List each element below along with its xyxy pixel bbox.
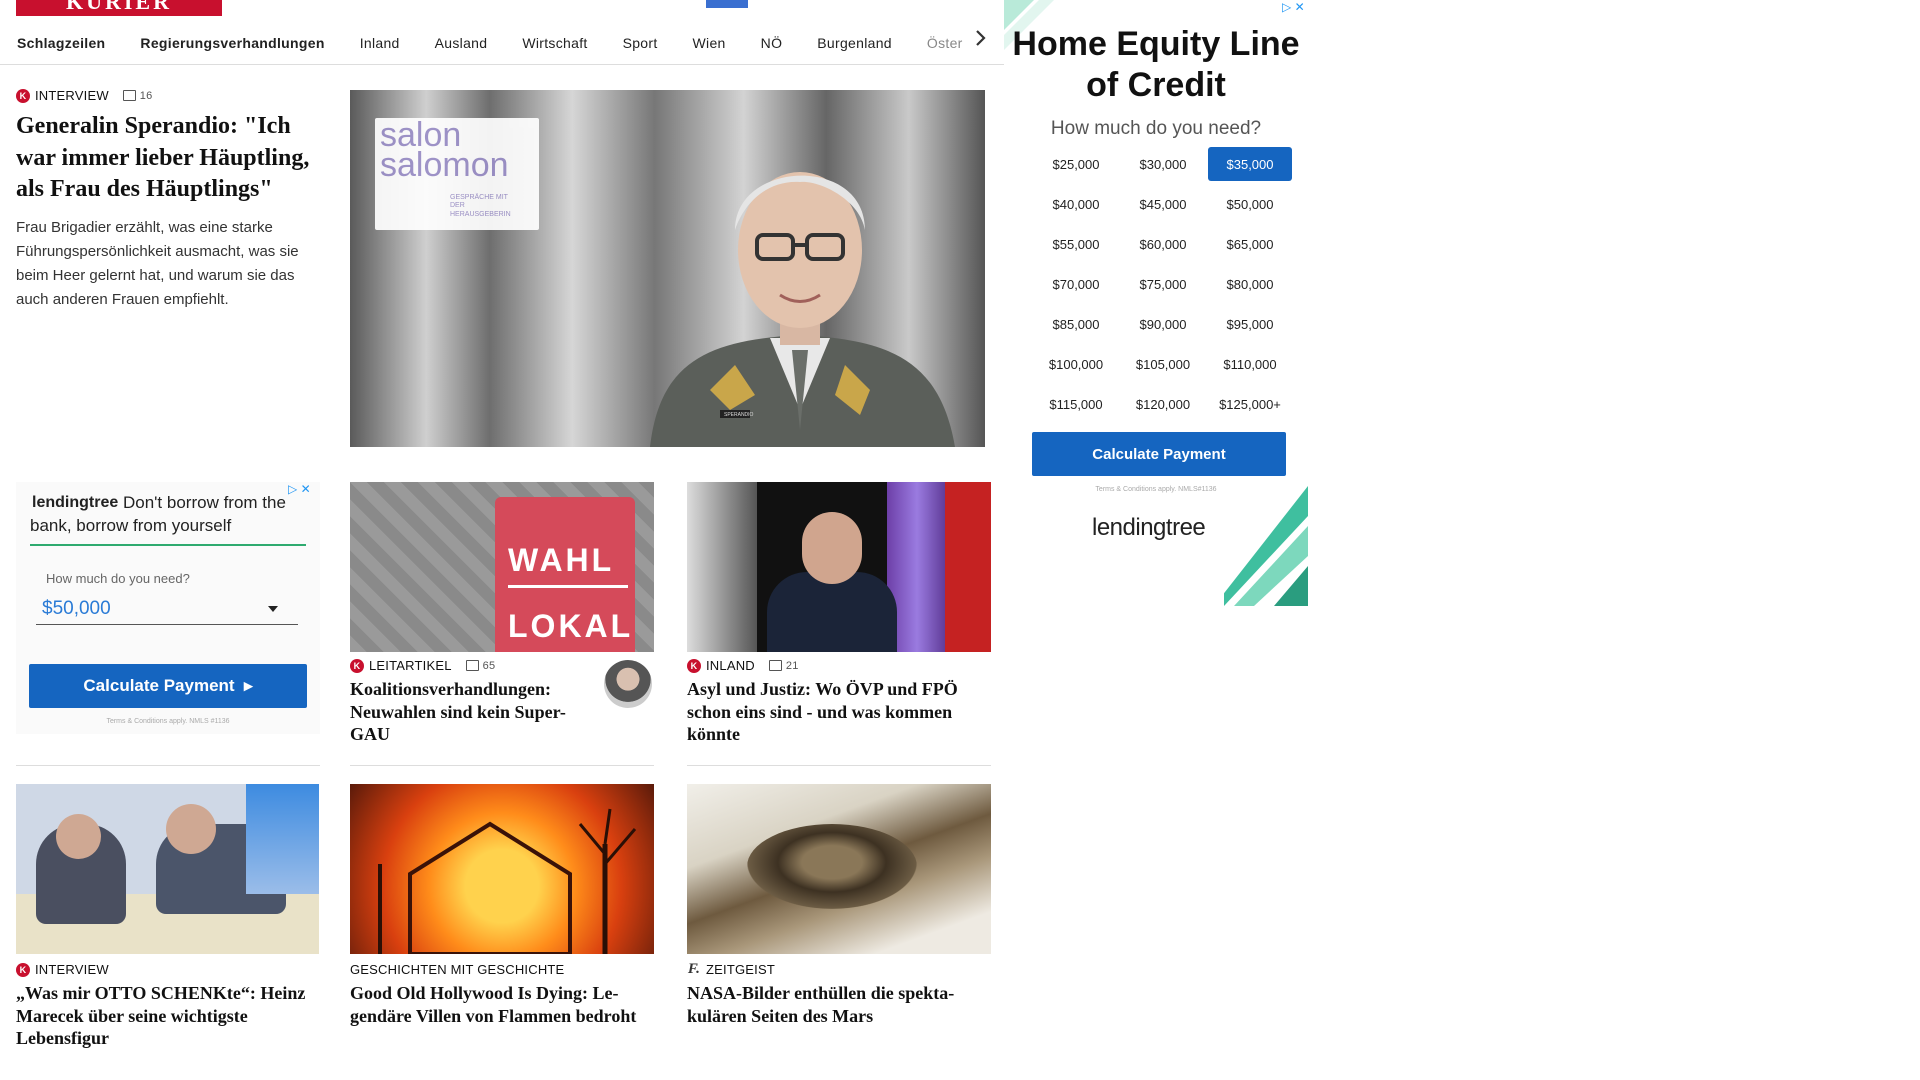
amount-option[interactable]: $95,000 (1208, 307, 1292, 341)
top-banner-fragment (706, 0, 748, 8)
amount-option[interactable]: $90,000 (1121, 307, 1205, 341)
amount-option[interactable]: $55,000 (1034, 227, 1118, 261)
ad-left-divider (30, 544, 306, 546)
amount-option[interactable]: $65,000 (1208, 227, 1292, 261)
hollywood-fire-image[interactable] (350, 784, 654, 954)
amount-option[interactable]: $40,000 (1034, 187, 1118, 221)
svg-text:SPERANDIO: SPERANDIO (724, 412, 754, 418)
article-interview-marecek[interactable]: K INTERVIEW „Was mir OTTO SCHENKte“: Hei… (16, 962, 320, 1050)
chevron-down-icon (268, 606, 278, 612)
section-nav: Schlagzeilen Regierungsverhandlungen Inl… (0, 22, 1004, 65)
article-leitartikel[interactable]: K LEITARTIKEL 65 Koalitionsverhandlungen… (350, 658, 654, 746)
nav-item-burgenland[interactable]: Burgenland (817, 35, 892, 51)
nav-item-wirtschaft[interactable]: Wirtschaft (522, 35, 587, 51)
amount-option[interactable]: $60,000 (1121, 227, 1205, 261)
author-avatar[interactable] (604, 660, 652, 708)
divider (350, 765, 654, 766)
calculate-payment-button-left[interactable]: Calculate Payment ▸ (29, 664, 307, 708)
nav-item-inland[interactable]: Inland (360, 35, 400, 51)
adchoices-icon[interactable]: ▷ ✕ (1282, 0, 1305, 14)
lead-title[interactable]: Generalin Sperandio: "Ich war immer lieb… (16, 111, 321, 206)
marecek-image[interactable] (16, 784, 319, 954)
ad-left-question: How much do you need? (46, 571, 190, 586)
article-hollywood[interactable]: GESCHICHTEN MIT GESCHICHTE Good Old Holl… (350, 962, 654, 1027)
adchoices-icon[interactable]: ▷ ✕ (288, 482, 311, 496)
nav-item-wien[interactable]: Wien (693, 35, 726, 51)
amount-select[interactable]: $50,000 (36, 594, 298, 625)
amount-option[interactable]: $85,000 (1034, 307, 1118, 341)
article-title[interactable]: „Was mir OTTO SCHENKte“: Heinz Marecek ü… (16, 982, 320, 1050)
amount-option[interactable]: $115,000 (1034, 387, 1118, 421)
article-title[interactable]: Koalitionsverhandlungen: Neuwahlen sind … (350, 678, 590, 746)
article-title[interactable]: Good Old Hollywood Is Dying: Le­gendäre … (350, 982, 654, 1027)
ad-right-question: How much do you need? (1050, 118, 1262, 139)
comment-count[interactable]: 16 (122, 90, 153, 102)
amount-option[interactable]: $35,000 (1208, 147, 1292, 181)
nav-item-schlagzeilen[interactable]: Schlagzeilen (17, 35, 105, 51)
amount-option[interactable]: $100,000 (1034, 347, 1118, 381)
ad-left-terms: Terms & Conditions apply. NMLS #1136 (106, 718, 230, 725)
lendingtree-logo: lendingtree (1092, 514, 1206, 541)
amount-option[interactable]: $75,000 (1121, 267, 1205, 301)
nav-item-sport[interactable]: Sport (623, 35, 658, 51)
salon-salomon-badge: salon salomon GESPRÄCHE MIT DER HERAUSGE… (375, 118, 539, 230)
divider (687, 765, 991, 766)
lendingtree-ad-left[interactable]: lendingtree Don't borrow from the bank, … (16, 482, 320, 734)
kurier-logo[interactable]: KURIER (16, 0, 222, 16)
amount-option[interactable]: $25,000 (1034, 147, 1118, 181)
lead-article[interactable]: K INTERVIEW 16 Generalin Sperandio: "Ich… (16, 88, 321, 312)
amount-option[interactable]: $45,000 (1121, 187, 1205, 221)
comment-icon (122, 90, 136, 101)
ad-right-terms: Terms & Conditions apply. NMLS#1136 (1095, 486, 1217, 493)
amount-option[interactable]: $125,000+ (1208, 387, 1292, 421)
amount-option[interactable]: $120,000 (1121, 387, 1205, 421)
article-kicker: GESCHICHTEN MIT GESCHICHTE (350, 962, 565, 977)
freizeit-f-icon: f. (687, 961, 701, 977)
article-zeitgeist[interactable]: f. ZEITGEIST NASA-Bilder enthüllen die s… (687, 961, 991, 1027)
politician-image[interactable] (687, 482, 991, 652)
lead-kicker: K INTERVIEW 16 (16, 88, 321, 103)
comment-icon (465, 660, 479, 671)
nav-item-regierungsverhandlungen[interactable]: Regierungsverhandlungen (140, 35, 324, 51)
calculate-payment-button-right[interactable]: Calculate Payment (1032, 432, 1286, 476)
stripe-decoration (1224, 486, 1308, 606)
amount-option[interactable]: $80,000 (1208, 267, 1292, 301)
article-kicker: K INLAND 21 (687, 658, 991, 673)
ad-left-headline: Don't borrow from the bank, borrow from … (30, 493, 286, 535)
article-kicker: K INTERVIEW (16, 962, 320, 977)
chevron-right-icon[interactable] (975, 28, 987, 48)
kurier-k-icon: K (350, 658, 364, 673)
article-inland[interactable]: K INLAND 21 Asyl und Justiz: Wo ÖVP und … (687, 658, 991, 746)
article-title[interactable]: NASA-Bilder enthüllen die spekta­kulären… (687, 982, 991, 1027)
comment-count[interactable]: 65 (465, 660, 496, 672)
portrait-illustration: SPERANDIO (650, 172, 955, 447)
kurier-k-icon: K (16, 88, 30, 103)
wahllokal-image[interactable]: WAHL LOKAL (350, 482, 654, 652)
nav-item-noe[interactable]: NÖ (761, 35, 783, 51)
lead-image[interactable]: salon salomon GESPRÄCHE MIT DER HERAUSGE… (350, 90, 985, 447)
amount-option[interactable]: $110,000 (1208, 347, 1292, 381)
comment-count[interactable]: 21 (768, 660, 799, 672)
ad-right-headline: Home Equity Line of Credit (1012, 25, 1300, 104)
comment-icon (768, 660, 782, 671)
mars-image[interactable] (687, 784, 991, 954)
amount-grid: $25,000 $30,000 $35,000 $40,000 $45,000 $50,0… (1034, 147, 1298, 421)
divider (16, 765, 320, 766)
amount-option[interactable]: $70,000 (1034, 267, 1118, 301)
amount-option[interactable]: $30,000 (1121, 147, 1205, 181)
article-kicker: f. ZEITGEIST (687, 961, 775, 977)
amount-option[interactable]: $50,000 (1208, 187, 1292, 221)
amount-option[interactable]: $105,000 (1121, 347, 1205, 381)
lendingtree-ad-right[interactable]: ▷ ✕ Home Equity Line of Credit How much … (1004, 0, 1308, 606)
article-title[interactable]: Asyl und Justiz: Wo ÖVP und FPÖ schon ei… (687, 678, 991, 746)
nav-item-ausland[interactable]: Ausland (435, 35, 488, 51)
kurier-k-icon: K (16, 962, 30, 977)
lead-teaser: Frau Brigadier erzählt, was eine starke … (16, 219, 299, 309)
nav-item-oesterreich[interactable]: Öster (927, 35, 963, 51)
kurier-k-icon: K (687, 658, 701, 673)
